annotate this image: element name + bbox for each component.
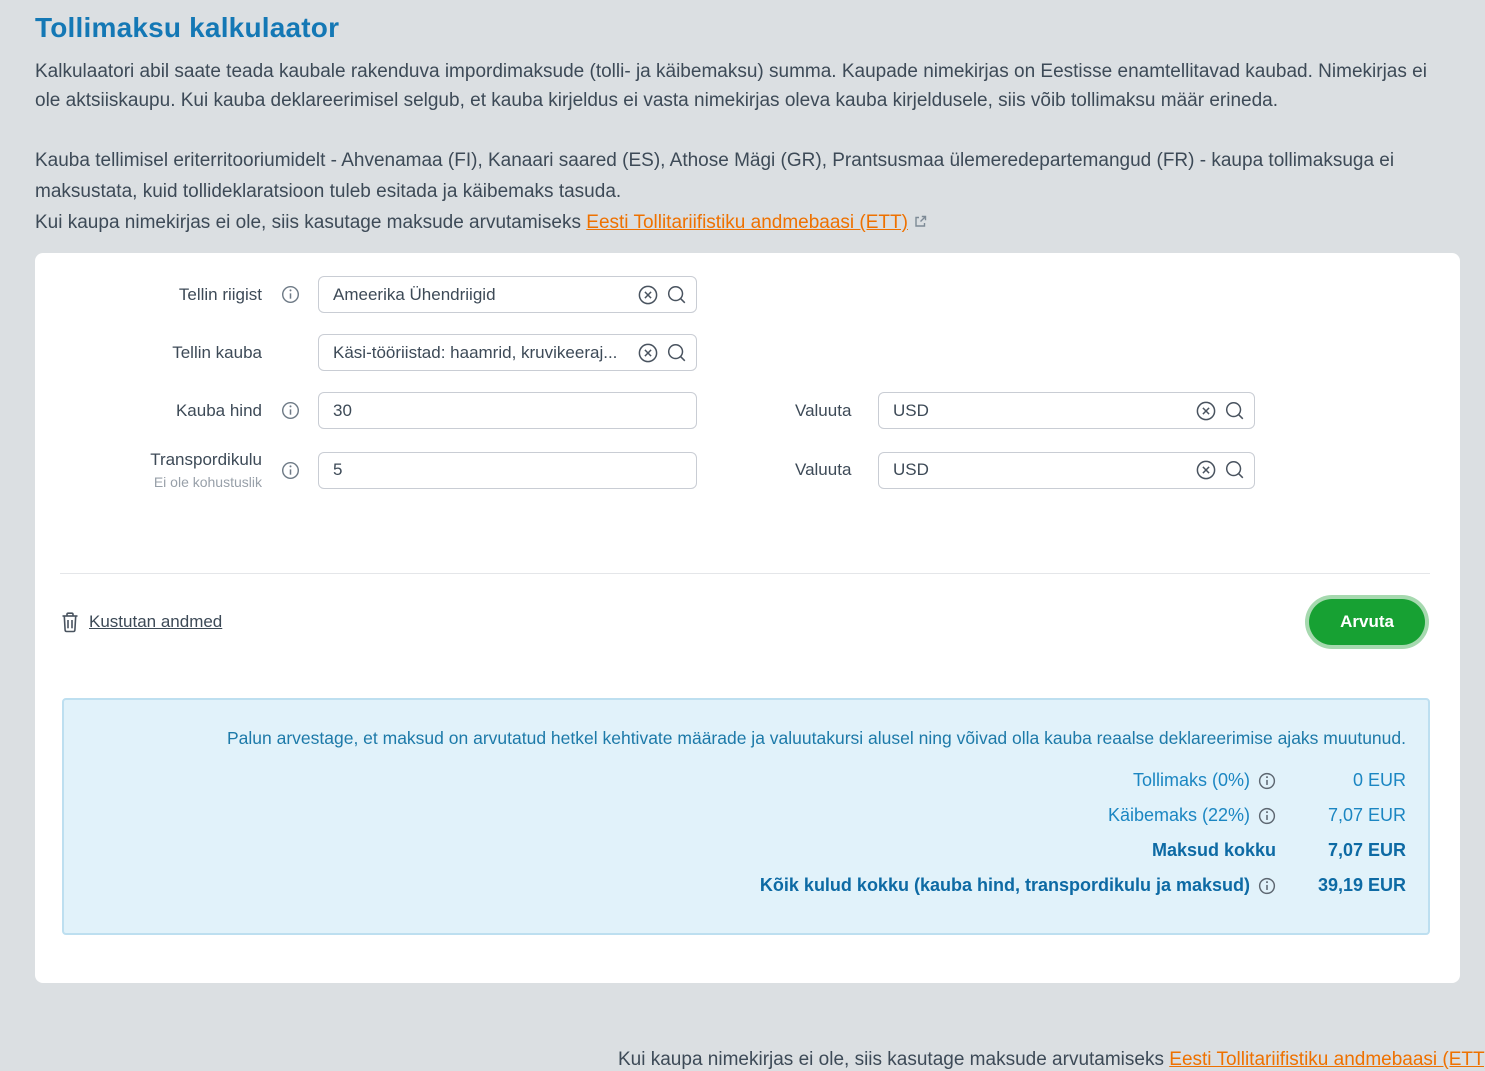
price-field-wrap (318, 392, 697, 429)
form-row-goods: Tellin kauba (35, 334, 1460, 371)
actions-row: Kustutan andmed Arvuta (60, 598, 1430, 645)
next-section-prefix: Kui kaupa nimekirjas ei ole, siis kasuta… (618, 1049, 1164, 1070)
form-row-transport: Transpordikulu Ei ole kohustuslik Valuut… (35, 450, 1460, 487)
vat-label: Käibemaks (22%) (1108, 805, 1250, 826)
goods-field-wrap (318, 334, 697, 371)
price-info-icon[interactable] (262, 401, 318, 420)
goods-search-icon[interactable] (666, 342, 688, 364)
result-row-grand-total: Kõik kulud kokku (kauba hind, transpordi… (86, 868, 1406, 903)
external-link-icon (914, 215, 927, 228)
currency2-field-wrap (878, 452, 1255, 489)
country-search-icon[interactable] (666, 284, 688, 306)
results-box: Palun arvestage, et maksud on arvutatud … (62, 698, 1430, 935)
goods-label: Tellin kauba (172, 343, 262, 363)
ett-database-link[interactable]: Eesti Tollitariifistiku andmebaasi (ETT) (586, 212, 908, 233)
page-title: Tollimaksu kalkulaator (35, 12, 1460, 44)
results-rows: Tollimaks (0%) 0 EUR Käibemaks (22%) 7,0… (86, 763, 1406, 903)
currency1-label: Valuuta (795, 401, 858, 421)
form-row-price: Kauba hind Valuuta (35, 392, 1460, 429)
transport-sublabel: Ei ole kohustuslik (154, 474, 262, 490)
next-section-partial-text: Kui kaupa nimekirjas ei ole, siis kasuta… (618, 1049, 1485, 1071)
country-label: Tellin riigist (179, 285, 262, 305)
price-label: Kauba hind (176, 401, 262, 421)
next-section-ett-link[interactable]: Eesti Tollitariifistiku andmebaasi (ETT) (1169, 1049, 1485, 1070)
ett-note-prefix: Kui kaupa nimekirjas ei ole, siis kasuta… (35, 212, 581, 233)
transport-input[interactable] (318, 452, 697, 489)
result-row-customs: Tollimaks (0%) 0 EUR (86, 763, 1406, 798)
trash-icon (60, 611, 80, 633)
clear-data-link[interactable]: Kustutan andmed (60, 611, 222, 633)
currency1-field-wrap (878, 392, 1255, 429)
clear-data-label: Kustutan andmed (89, 612, 222, 632)
vat-info-icon[interactable] (1258, 807, 1276, 825)
currency2-search-icon[interactable] (1224, 459, 1246, 481)
transport-label: Transpordikulu (150, 450, 262, 470)
calculator-form: Tellin riigist Tellin kauba (35, 253, 1460, 487)
taxes-total-label: Maksud kokku (1152, 840, 1276, 861)
currency1-clear-icon[interactable] (1195, 400, 1217, 422)
result-row-taxes-total: Maksud kokku 7,07 EUR (86, 833, 1406, 868)
vat-value: 7,07 EUR (1276, 805, 1406, 826)
currency1-search-icon[interactable] (1224, 400, 1246, 422)
customs-duty-label: Tollimaks (0%) (1133, 770, 1250, 791)
form-divider (60, 573, 1430, 574)
goods-clear-icon[interactable] (637, 342, 659, 364)
grand-total-label: Kõik kulud kokku (kauba hind, transpordi… (760, 875, 1250, 896)
customs-duty-info-icon[interactable] (1258, 772, 1276, 790)
calculator-card: Tellin riigist Tellin kauba (35, 253, 1460, 983)
grand-total-value: 39,19 EUR (1276, 875, 1406, 896)
results-notice: Palun arvestage, et maksud on arvutatud … (86, 727, 1406, 749)
territories-note: Kauba tellimisel eriterritooriumidelt - … (35, 145, 1450, 207)
ett-note-line: Kui kaupa nimekirjas ei ole, siis kasuta… (35, 207, 1450, 238)
transport-info-icon[interactable] (262, 461, 318, 480)
country-field-wrap (318, 276, 697, 313)
page-content: Tollimaksu kalkulaator Kalkulaatori abil… (0, 12, 1485, 983)
country-clear-icon[interactable] (637, 284, 659, 306)
price-input[interactable] (318, 392, 697, 429)
form-row-country: Tellin riigist (35, 276, 1460, 313)
customs-duty-value: 0 EUR (1276, 770, 1406, 791)
result-row-vat: Käibemaks (22%) 7,07 EUR (86, 798, 1406, 833)
territories-note-block: Kauba tellimisel eriterritooriumidelt - … (35, 145, 1450, 238)
transport-field-wrap (318, 452, 697, 489)
intro-paragraph: Kalkulaatori abil saate teada kaubale ra… (35, 57, 1447, 115)
currency2-label: Valuuta (795, 460, 858, 480)
calculate-button[interactable]: Arvuta (1309, 599, 1425, 645)
grand-total-info-icon[interactable] (1258, 877, 1276, 895)
taxes-total-value: 7,07 EUR (1276, 840, 1406, 861)
country-info-icon[interactable] (262, 285, 318, 304)
currency2-clear-icon[interactable] (1195, 459, 1217, 481)
